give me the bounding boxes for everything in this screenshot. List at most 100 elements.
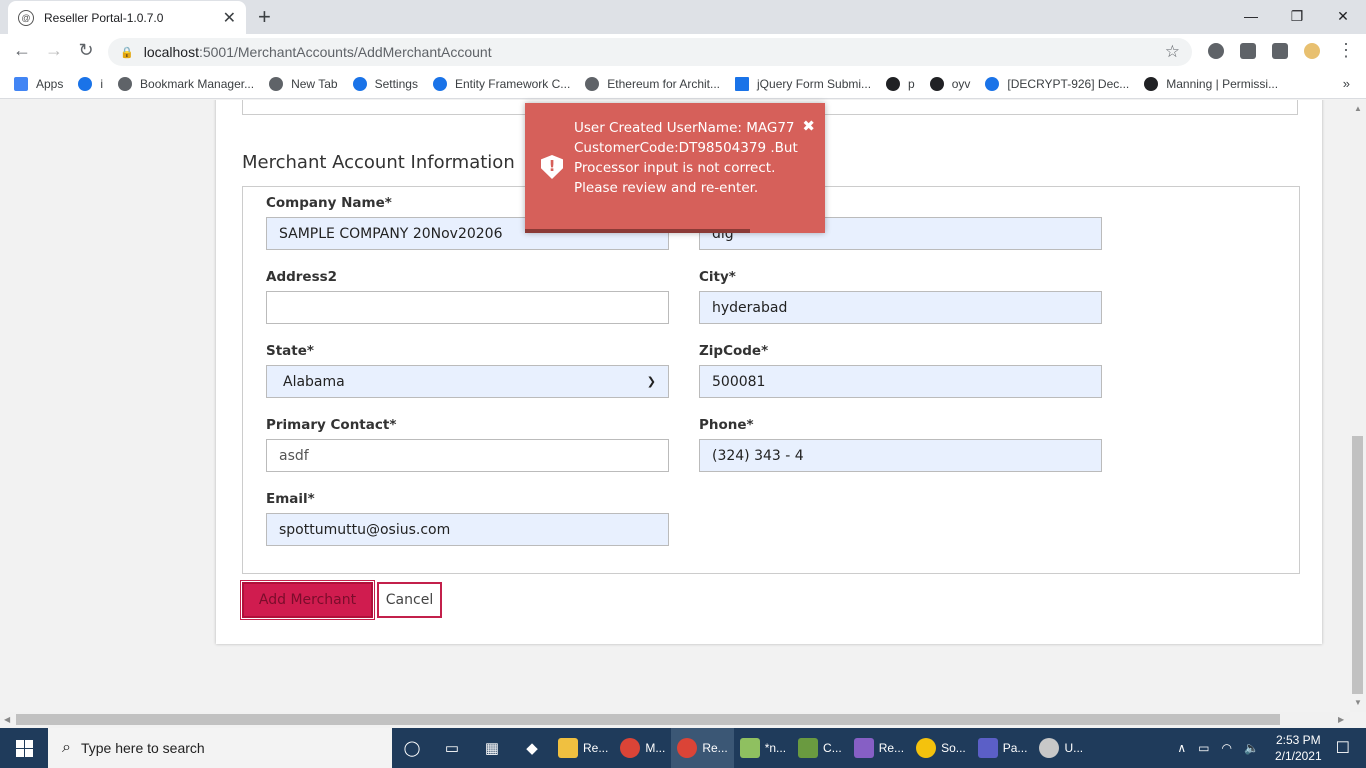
jira-icon: [985, 77, 1000, 91]
bookmark-oyv[interactable]: oyv: [929, 77, 970, 91]
tab-strip: @ Reseller Portal-1.0.7.0 ✕ + — ❐ ✕: [0, 0, 1366, 34]
new-tab-icon[interactable]: +: [258, 4, 271, 30]
address-bar[interactable]: 🔒 localhost:5001/MerchantAccounts/AddMer…: [108, 38, 1192, 66]
chevron-up-icon[interactable]: ∧: [1177, 741, 1186, 755]
vertical-scrollbar[interactable]: ▲ ▼: [1350, 100, 1366, 712]
windows-logo-icon: [15, 739, 33, 757]
close-window-icon[interactable]: ✕: [1320, 0, 1366, 32]
taskbar-app-so[interactable]: So...: [910, 728, 972, 768]
bookmark-i[interactable]: i: [78, 77, 103, 91]
city-field: City* hyderabad: [699, 269, 1102, 324]
store-icon[interactable]: ▦: [472, 728, 512, 768]
bookmark-manning[interactable]: Manning | Permissi...: [1144, 77, 1278, 91]
clock-date: 2/1/2021: [1274, 749, 1322, 763]
email-field: Email* spottumuttu@osius.com: [266, 491, 669, 546]
phone-input[interactable]: (324) 343 - 4: [699, 439, 1102, 472]
globe-icon: [585, 77, 600, 91]
bookmark-label: p: [908, 77, 915, 91]
wordpress-icon: [432, 77, 447, 91]
taskbar-app-label: U...: [1064, 741, 1084, 755]
more-bookmarks-icon[interactable]: »: [1343, 76, 1350, 91]
primary-contact-input[interactable]: asdf: [266, 439, 669, 472]
bookmark-settings[interactable]: Settings: [352, 77, 418, 91]
section-title: Merchant Account Information: [242, 152, 515, 173]
bookmark-star-icon[interactable]: ☆: [1165, 42, 1180, 62]
city-input[interactable]: hyderabad: [699, 291, 1102, 324]
reload-icon[interactable]: ↻: [74, 40, 98, 61]
url-host: localhost: [143, 44, 199, 60]
close-tab-icon[interactable]: ✕: [223, 8, 236, 28]
menu-kebab-icon[interactable]: ⋮: [1334, 40, 1358, 61]
back-icon[interactable]: ←: [10, 40, 34, 61]
taskbar-app-notepad[interactable]: *n...: [734, 728, 792, 768]
chrome-icon: [620, 738, 641, 758]
start-button[interactable]: [0, 728, 48, 768]
notepad-icon: [739, 738, 760, 758]
taskbar-app-label: So...: [941, 741, 966, 755]
app-icon[interactable]: ◆: [512, 728, 552, 768]
state-selected-value: Alabama: [283, 373, 345, 390]
cortana-icon[interactable]: ◯: [392, 728, 432, 768]
bookmark-label: New Tab: [291, 77, 338, 91]
state-field: State* Alabama ❯: [266, 343, 669, 398]
add-merchant-button[interactable]: Add Merchant: [240, 580, 375, 620]
scroll-up-icon[interactable]: ▲: [1354, 104, 1362, 113]
taskbar-app-label: Re...: [878, 741, 905, 755]
horizontal-scroll-thumb[interactable]: [16, 714, 1280, 725]
scroll-right-icon[interactable]: ▶: [1338, 715, 1344, 724]
forward-icon[interactable]: →: [42, 40, 66, 61]
vertical-scroll-thumb[interactable]: [1352, 436, 1363, 694]
toast-progress-bar: [525, 229, 750, 233]
horizontal-scrollbar[interactable]: ◀ ▶: [0, 712, 1350, 728]
extension-icon[interactable]: [1208, 43, 1224, 59]
folder-icon: [558, 738, 578, 758]
bookmark-apps[interactable]: Apps: [14, 77, 63, 91]
bookmark-label: jQuery Form Submi...: [757, 77, 872, 91]
taskbar-app-c[interactable]: C...: [792, 728, 848, 768]
taskbar-app-chrome-1[interactable]: M...: [614, 728, 671, 768]
address2-input[interactable]: [266, 291, 669, 324]
zipcode-input[interactable]: 500081: [699, 365, 1102, 398]
scroll-down-icon[interactable]: ▼: [1354, 698, 1362, 707]
scroll-left-icon[interactable]: ◀: [4, 715, 10, 724]
chrome-icon: [677, 738, 698, 758]
drive-icon: [78, 77, 93, 91]
clock[interactable]: 2:53 PM 2/1/2021: [1275, 732, 1322, 764]
restore-icon[interactable]: ❐: [1274, 0, 1320, 32]
cancel-button[interactable]: Cancel: [377, 582, 442, 618]
wifi-icon[interactable]: ◠: [1222, 741, 1232, 755]
bookmark-manager[interactable]: Bookmark Manager...: [118, 77, 254, 91]
volume-icon[interactable]: 🔈: [1244, 741, 1259, 755]
bookmark-decrypt[interactable]: [DECRYPT-926] Dec...: [985, 77, 1129, 91]
profile-avatar[interactable]: [1304, 43, 1320, 59]
globe-icon: [118, 77, 133, 91]
camera-extension-icon[interactable]: [1240, 43, 1256, 59]
notifications-icon[interactable]: ☐: [1336, 738, 1350, 758]
taskbar-app-paint[interactable]: U...: [1033, 728, 1089, 768]
bookmark-entity-framework[interactable]: Entity Framework C...: [432, 77, 570, 91]
gear-icon: [352, 77, 367, 91]
bookmark-new-tab[interactable]: New Tab: [269, 77, 338, 91]
minimize-icon[interactable]: —: [1228, 0, 1274, 32]
email-input[interactable]: spottumuttu@osius.com: [266, 513, 669, 546]
taskbar-app-label: Pa...: [1002, 741, 1028, 755]
bookmark-p[interactable]: p: [886, 77, 915, 91]
browser-tab[interactable]: @ Reseller Portal-1.0.7.0 ✕: [8, 1, 246, 34]
task-view-icon[interactable]: ▭: [432, 728, 472, 768]
lock-icon: 🔒: [120, 46, 134, 59]
battery-icon[interactable]: ▭: [1198, 741, 1209, 755]
taskbar-app-teams[interactable]: Pa...: [972, 728, 1034, 768]
bookmark-jquery[interactable]: jQuery Form Submi...: [735, 77, 871, 91]
phone-field: Phone* (324) 343 - 4: [699, 417, 1102, 472]
taskbar-app-explorer[interactable]: Re...: [552, 728, 614, 768]
address2-field: Address2: [266, 269, 669, 324]
search-icon: ⌕: [62, 739, 71, 756]
clock-time: 2:53 PM: [1275, 733, 1321, 747]
state-select[interactable]: Alabama ❯: [266, 365, 669, 398]
toast-close-icon[interactable]: ✖: [802, 117, 815, 135]
taskbar-search-box[interactable]: ⌕ Type here to search: [48, 728, 392, 768]
taskbar-app-visual-studio[interactable]: Re...: [848, 728, 910, 768]
puzzle-extensions-icon[interactable]: [1272, 43, 1288, 59]
taskbar-app-chrome-2[interactable]: Re...: [671, 728, 734, 768]
bookmark-ethereum[interactable]: Ethereum for Archit...: [585, 77, 720, 91]
